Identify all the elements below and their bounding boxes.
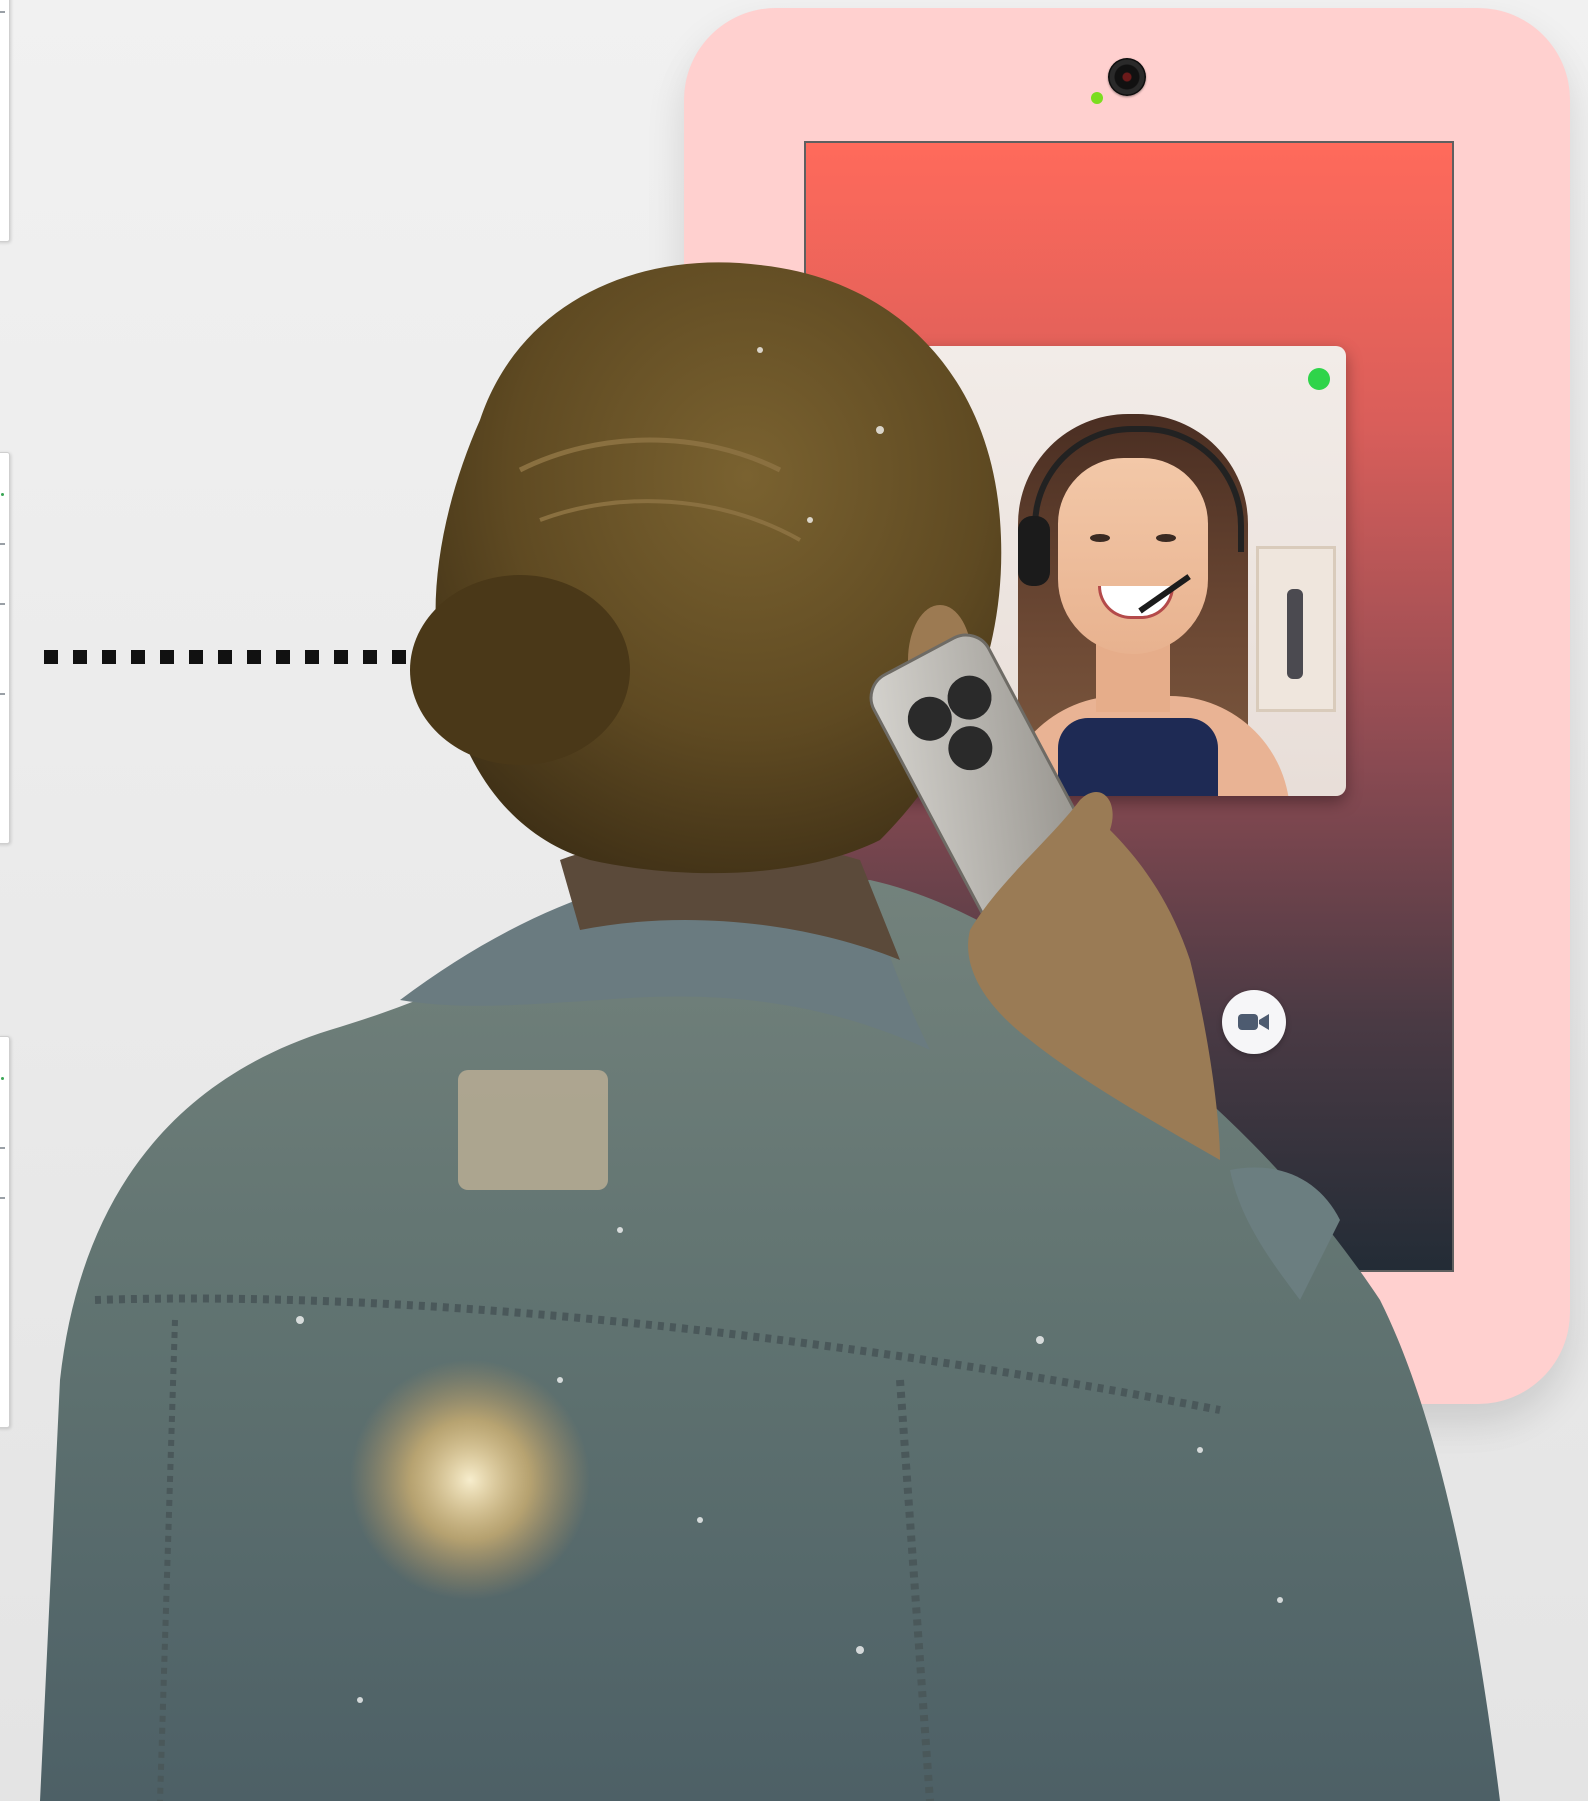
panel-tick [0,543,5,545]
video-camera-icon [1238,1014,1269,1030]
panel-tick [0,11,5,13]
front-camera-icon [1108,58,1146,96]
live-status-indicator [1308,368,1330,390]
agent-video-tile[interactable] [890,346,1346,796]
agent-top [1058,718,1218,796]
side-panel-bottom [0,1036,10,1428]
headset-earpiece [1018,516,1050,586]
video-toggle-button[interactable] [1222,990,1286,1054]
hair-bun [410,575,630,765]
jacket-patch [458,1070,608,1190]
camera-indicator-light [1091,92,1103,104]
panel-tick [0,693,5,695]
panel-tick [0,1147,5,1149]
glow-spot [350,1360,590,1600]
side-panel-middle [0,452,10,844]
illustration-stage [0,0,1588,1801]
wall-picture [1256,546,1336,712]
dotted-connector-line [44,650,414,664]
status-dot [1,1077,4,1080]
panel-tick [0,1197,5,1199]
jacket-seam [157,1319,178,1801]
status-dot [1,493,4,496]
side-panel-top [0,0,10,242]
call-control-button[interactable] [962,992,1026,1056]
panel-tick [0,603,5,605]
jacket-seam [896,1379,934,1801]
